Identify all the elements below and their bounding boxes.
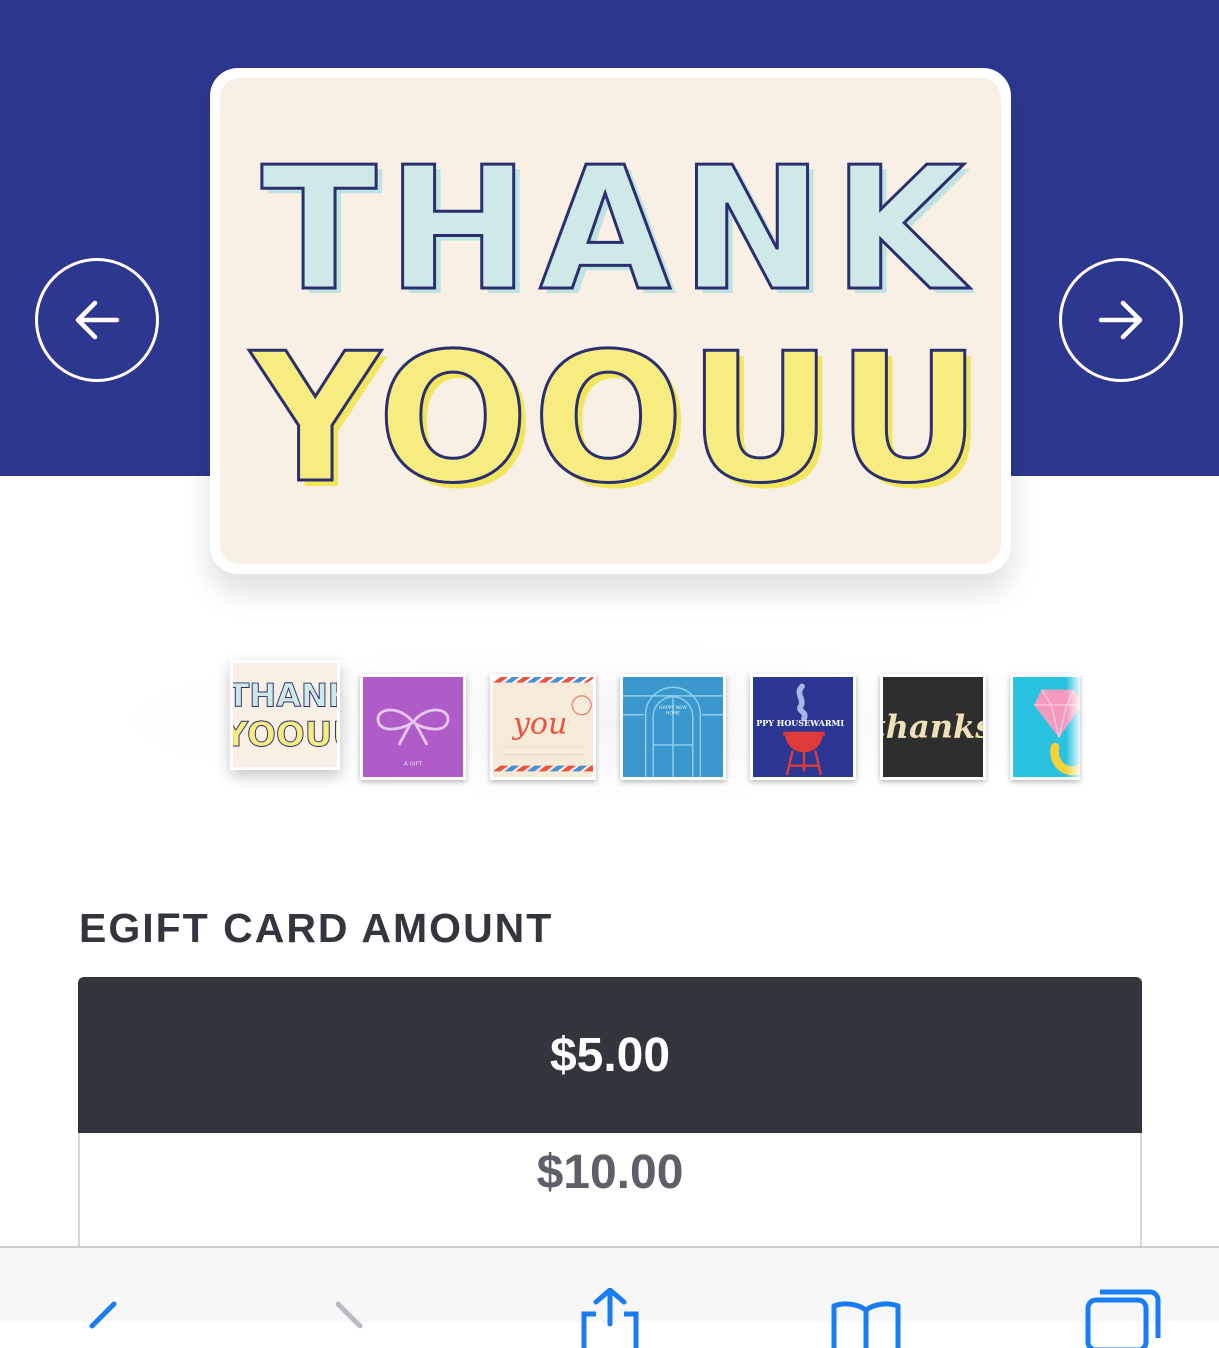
previous-design-button[interactable] <box>35 258 159 382</box>
card-line2: YOOUU <box>249 315 985 522</box>
thumbnail-happy-new-home[interactable]: HAPPY NEW HOME <box>620 674 726 780</box>
thumb-line1: THANK <box>233 676 337 714</box>
thumbnail-airmail-you[interactable]: you <box>490 674 596 780</box>
bookmarks-icon <box>831 1301 901 1348</box>
browser-toolbar <box>0 1246 1219 1348</box>
arrow-right-icon <box>1098 300 1143 340</box>
forward-button[interactable] <box>310 1288 390 1329</box>
thumbnail-thanks-script[interactable]: thanks <box>880 674 986 780</box>
back-icon <box>89 1301 117 1329</box>
section-title: EGIFT CARD AMOUNT <box>79 905 554 951</box>
next-design-button[interactable] <box>1059 258 1183 382</box>
thumb-text: HAPPY NEW HOME <box>659 705 687 717</box>
thumb-text: you <box>511 707 568 742</box>
thumbnail-happy-housewarming[interactable]: PPY HOUSEWARMI <box>750 674 856 780</box>
gift-card-preview: THANK THANK YOOUU YOOUU <box>210 68 1011 574</box>
amount-label: $10.00 <box>536 1145 684 1199</box>
thumbnail-diamond-ring[interactable] <box>1010 674 1080 780</box>
bookmarks-button[interactable] <box>826 1288 906 1348</box>
thank-you-card-art: THANK THANK YOOUU YOOUU <box>247 130 987 529</box>
back-button[interactable] <box>60 1288 140 1329</box>
thumb-caption: A GIFT <box>404 762 423 768</box>
card-line1: THANK <box>261 131 975 329</box>
tabs-icon <box>1085 1289 1161 1348</box>
thumb-text: thanks <box>883 707 983 745</box>
share-icon <box>581 1288 639 1348</box>
amount-label: $5.00 <box>549 1028 671 1082</box>
thumbnail-thank-yoouu[interactable]: THANK YOOUU <box>230 660 340 770</box>
share-button[interactable] <box>570 1288 650 1348</box>
forward-icon <box>335 1301 363 1329</box>
thumbnail-bow-gift[interactable]: A GIFT <box>360 674 466 780</box>
gift-card-face: THANK THANK YOOUU YOOUU <box>220 78 1001 564</box>
arrow-left-icon <box>75 300 120 340</box>
amount-option-5[interactable]: $5.00 <box>78 977 1142 1133</box>
thumb-text: PPY HOUSEWARMI <box>756 718 844 728</box>
tabs-button[interactable] <box>1082 1288 1162 1348</box>
airmail-stripe-top <box>493 677 593 683</box>
thumb-line2: YOOUU <box>233 715 337 755</box>
